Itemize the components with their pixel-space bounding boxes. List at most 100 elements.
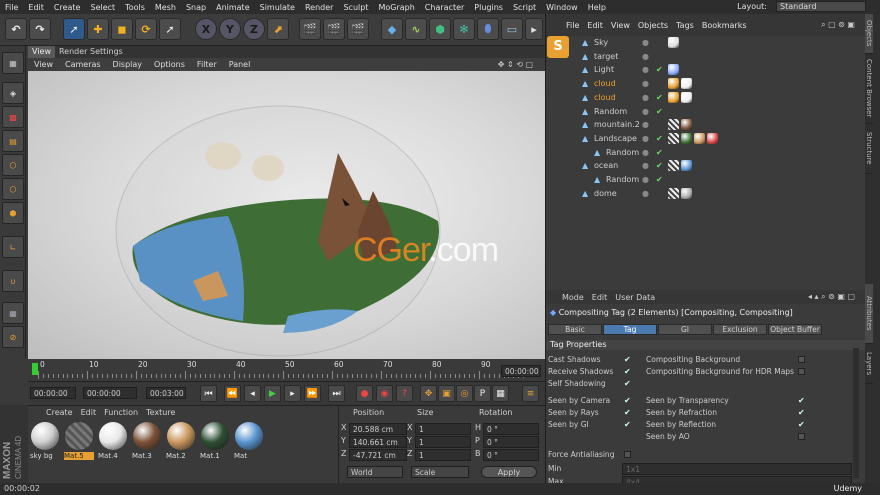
size-field[interactable]: 1 bbox=[415, 449, 471, 461]
side-tab-structure[interactable]: Structure bbox=[865, 124, 873, 174]
next-frame-icon[interactable]: ▸ bbox=[284, 385, 301, 402]
size-field[interactable]: 1 bbox=[415, 436, 471, 448]
side-tab-objects[interactable]: Objects bbox=[865, 14, 873, 54]
visibility-dots-icon[interactable]: ● bbox=[642, 175, 649, 184]
object-tag-icon[interactable] bbox=[707, 132, 718, 144]
undo-icon[interactable]: ↶ bbox=[5, 18, 27, 40]
enabled-check-icon[interactable]: ✔ bbox=[656, 107, 663, 116]
edges-mode-icon[interactable]: ⬡ bbox=[2, 178, 24, 200]
enabled-check-icon[interactable]: ✔ bbox=[656, 148, 663, 157]
obj-menu-edit[interactable]: Edit bbox=[583, 21, 607, 30]
goto-start-icon[interactable]: ⏮ bbox=[200, 385, 217, 402]
checkbox[interactable]: ✔ bbox=[624, 355, 631, 364]
object-tag-icon[interactable] bbox=[681, 132, 692, 144]
enabled-check-icon[interactable]: ✔ bbox=[656, 65, 663, 74]
key-pla-icon[interactable]: ▦ bbox=[492, 385, 509, 402]
mat-menu-texture[interactable]: Texture bbox=[142, 408, 179, 417]
object-tag-icon[interactable] bbox=[668, 37, 679, 48]
visibility-dots-icon[interactable]: ● bbox=[642, 148, 649, 157]
rotation-field[interactable]: 0 ° bbox=[483, 423, 539, 435]
object-tag-icon[interactable] bbox=[681, 91, 692, 103]
material-swatch[interactable]: Mat.2 bbox=[166, 422, 196, 460]
checkbox[interactable] bbox=[798, 356, 805, 363]
obj-menu-view[interactable]: View bbox=[607, 21, 634, 30]
property-self-shadowing[interactable]: Self Shadowing ✔ bbox=[548, 379, 631, 388]
material-swatch[interactable]: Mat.1 bbox=[200, 422, 230, 460]
obj-menu-file[interactable]: File bbox=[562, 21, 583, 30]
menu-edit[interactable]: Edit bbox=[23, 3, 49, 12]
play-icon[interactable]: ▶ bbox=[264, 385, 281, 402]
record-icon[interactable]: ● bbox=[356, 385, 373, 402]
enabled-check-icon[interactable]: ✔ bbox=[656, 134, 663, 143]
material-swatch[interactable]: sky bg bbox=[30, 422, 60, 460]
tab-object-buffer[interactable]: Object Buffer bbox=[768, 324, 822, 335]
world-dropdown[interactable]: World bbox=[347, 466, 403, 478]
object-tag-icon[interactable] bbox=[668, 187, 679, 199]
object-tag-icon[interactable] bbox=[694, 132, 705, 144]
menu-simulate[interactable]: Simulate bbox=[255, 3, 300, 12]
visibility-dots-icon[interactable]: ● bbox=[642, 79, 649, 88]
prev-key-icon[interactable]: ⏪ bbox=[224, 385, 241, 402]
tab-render-settings[interactable]: Render Settings bbox=[55, 46, 127, 58]
object-row[interactable]: ▲ dome ● bbox=[576, 187, 866, 200]
visibility-dots-icon[interactable]: ● bbox=[642, 93, 649, 102]
menu-snap[interactable]: Snap bbox=[181, 3, 211, 12]
visibility-dots-icon[interactable]: ● bbox=[642, 52, 649, 61]
points-mode-icon[interactable]: ⬡ bbox=[2, 154, 24, 176]
select-tool-icon[interactable]: ➚ bbox=[63, 18, 85, 40]
visibility-dots-icon[interactable]: ● bbox=[642, 65, 649, 74]
property-cast-shadows[interactable]: Cast Shadows ✔ bbox=[548, 355, 631, 364]
menu-render[interactable]: Render bbox=[300, 3, 338, 12]
attr-scrollbar[interactable] bbox=[853, 348, 859, 478]
spline-pen-icon[interactable]: ∿ bbox=[405, 18, 427, 40]
obj-menu-objects[interactable]: Objects bbox=[634, 21, 672, 30]
keyframe-selection-icon[interactable]: ? bbox=[396, 385, 413, 402]
size-field[interactable]: 1 bbox=[415, 423, 471, 435]
vp-menu-cameras[interactable]: Cameras bbox=[59, 60, 107, 69]
menu-character[interactable]: Character bbox=[420, 3, 470, 12]
menu-script[interactable]: Script bbox=[508, 3, 541, 12]
object-tag-icon[interactable] bbox=[668, 78, 679, 90]
render-view-icon[interactable]: 🎬 bbox=[299, 18, 321, 40]
menu-window[interactable]: Window bbox=[541, 3, 583, 12]
obj-menu-tags[interactable]: Tags bbox=[672, 21, 698, 30]
property-force-antialiasing[interactable]: Force Antialiasing bbox=[548, 450, 631, 459]
end-time-field[interactable]: 00:03:00 bbox=[146, 387, 186, 399]
object-row[interactable]: ▲ Random ● ✔ bbox=[576, 146, 866, 159]
checkbox[interactable]: ✔ bbox=[798, 396, 805, 405]
position-field[interactable]: 20.588 cm bbox=[349, 423, 407, 435]
coord-system-icon[interactable]: ⬈ bbox=[267, 18, 289, 40]
checkbox[interactable]: ✔ bbox=[624, 367, 631, 376]
tab-basic[interactable]: Basic bbox=[548, 324, 602, 335]
start-time-field[interactable]: 00:00:00 bbox=[83, 387, 137, 399]
menu-sculpt[interactable]: Sculpt bbox=[338, 3, 373, 12]
property-receive-shadows[interactable]: Receive Shadows ✔ bbox=[548, 367, 631, 376]
visibility-dots-icon[interactable]: ● bbox=[642, 189, 649, 198]
attr-nav-icons[interactable]: ◂ ▴ ⌕ ⊚ ▣ ▢ bbox=[804, 292, 859, 302]
s-plugin-icon[interactable]: S bbox=[547, 36, 569, 58]
next-key-icon[interactable]: ⏩ bbox=[304, 385, 321, 402]
render-picture-icon[interactable]: 🎬 bbox=[323, 18, 345, 40]
tab-tag[interactable]: Tag bbox=[603, 324, 657, 335]
menu-plugins[interactable]: Plugins bbox=[469, 3, 508, 12]
enabled-check-icon[interactable]: ✔ bbox=[656, 161, 663, 170]
menu-help[interactable]: Help bbox=[583, 3, 611, 12]
key-position-icon[interactable]: ✥ bbox=[420, 385, 437, 402]
object-tag-icon[interactable] bbox=[668, 119, 679, 131]
vp-menu-filter[interactable]: Filter bbox=[191, 60, 223, 69]
object-row[interactable]: ▲ mountain.2 ● bbox=[576, 118, 866, 131]
menu-mograph[interactable]: MoGraph bbox=[373, 3, 419, 12]
enabled-check-icon[interactable]: ✔ bbox=[656, 175, 663, 184]
property-seen-by-reflection[interactable]: Seen by Reflection ✔ bbox=[646, 420, 805, 429]
vp-menu-panel[interactable]: Panel bbox=[223, 60, 257, 69]
menu-select[interactable]: Select bbox=[85, 3, 120, 12]
scale-dropdown[interactable]: Scale bbox=[411, 466, 469, 478]
menu-animate[interactable]: Animate bbox=[211, 3, 255, 12]
property-min[interactable]: Min 1x1 bbox=[548, 462, 852, 475]
axis-mode-icon[interactable]: ∟ bbox=[2, 236, 24, 258]
locked-workplane-icon[interactable]: ⊘ bbox=[2, 326, 24, 348]
attr-menu-mode[interactable]: Mode bbox=[558, 293, 588, 302]
key-param-icon[interactable]: P bbox=[474, 385, 491, 402]
attr-menu-edit[interactable]: Edit bbox=[588, 293, 612, 302]
checkbox[interactable]: ✔ bbox=[624, 379, 631, 388]
